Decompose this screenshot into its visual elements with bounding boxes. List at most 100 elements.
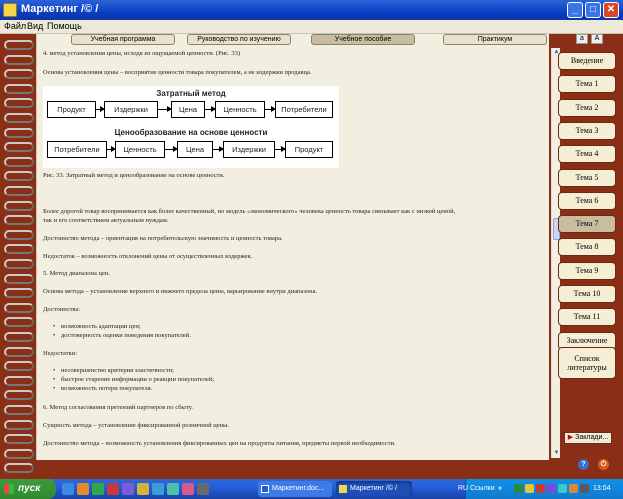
- pricing-diagram: Затратный метод Продукт Издержки Цена Це…: [43, 86, 339, 168]
- list-item: возможность адаптации цен;: [53, 323, 141, 330]
- spiral-ring: [4, 259, 34, 269]
- messenger-icon[interactable]: [547, 484, 556, 493]
- network-icon[interactable]: [167, 483, 179, 495]
- arrow: [107, 146, 116, 152]
- spiral-ring: [4, 156, 34, 167]
- paragraph: Основа установления цены – восприятие це…: [43, 69, 312, 76]
- menu-view[interactable]: Вид: [27, 21, 43, 31]
- update-icon[interactable]: [536, 484, 545, 493]
- volume-icon[interactable]: [558, 484, 567, 493]
- spiral-ring: [4, 113, 34, 123]
- spiral-ring: [4, 302, 34, 313]
- spiral-ring: [4, 375, 34, 386]
- nav-bibliography-line1: Список: [574, 354, 600, 363]
- maximize-button[interactable]: □: [585, 2, 601, 18]
- network-tray-icon[interactable]: [569, 484, 578, 493]
- opera-icon[interactable]: [107, 483, 119, 495]
- start-button[interactable]: пуск: [0, 479, 56, 499]
- paragraph: 4. метод установления цены, исходя из ощ…: [43, 50, 240, 57]
- page: Учебная программа Руководство по изучени…: [36, 34, 560, 460]
- diagram-box: Потребители: [47, 141, 107, 158]
- exit-icon[interactable]: ⏻: [598, 459, 609, 470]
- tab-practicum[interactable]: Практикум: [443, 34, 547, 45]
- nav-item[interactable]: Тема 7: [558, 215, 616, 234]
- spiral-ring: [4, 171, 34, 182]
- textbook-content: 4. метод установления цены, исходя из ощ…: [43, 48, 541, 458]
- taskbar: пуск Маркетинг.doc... Маркетинг /© / Ссы…: [0, 479, 623, 499]
- firefox-icon[interactable]: [77, 483, 89, 495]
- font-smaller-button[interactable]: a: [576, 34, 588, 44]
- antivirus-icon[interactable]: [514, 484, 523, 493]
- desktop-icon[interactable]: [152, 483, 164, 495]
- diagram-box: Продукт: [47, 101, 96, 118]
- nav-item[interactable]: Тема 2: [558, 98, 616, 117]
- paragraph: 5. Метод диапазона цен.: [43, 270, 111, 277]
- minimize-button[interactable]: _: [567, 2, 583, 18]
- spiral-ring: [4, 142, 34, 153]
- nav-item[interactable]: Тема 3: [558, 121, 616, 140]
- links-label[interactable]: Ссылки: [470, 485, 495, 492]
- diagram-box: Цена: [177, 141, 213, 158]
- nav-item[interactable]: Тема 1: [558, 75, 616, 94]
- list-item: быстрое старение информации о реакции по…: [53, 376, 214, 383]
- tab-program[interactable]: Учебная программа: [71, 34, 175, 45]
- spiral-binding: [0, 34, 36, 479]
- mail-icon[interactable]: [182, 483, 194, 495]
- nav-item[interactable]: Тема 10: [558, 285, 616, 303]
- task-app-label: Маркетинг /© /: [350, 485, 397, 492]
- window-title: Маркетинг /© /: [21, 3, 99, 15]
- help-icon[interactable]: ?: [578, 459, 589, 470]
- tab-study-guide[interactable]: Руководство по изучению: [187, 34, 291, 45]
- diagram-title-value: Ценообразование на основе ценности: [114, 128, 268, 137]
- scroll-down-icon[interactable]: ▼: [552, 449, 561, 458]
- task-marketing-app[interactable]: Маркетинг /© /: [336, 481, 412, 497]
- list-item: достоверность оценки поведения покупател…: [53, 332, 191, 339]
- paragraph: Достоинства:: [43, 306, 81, 313]
- paragraph: так и его соответствием актуальным нужда…: [43, 217, 169, 224]
- arrow: [158, 106, 172, 112]
- nav-item[interactable]: Тема 5: [558, 168, 616, 187]
- diagram-title-cost: Затратный метод: [156, 89, 226, 98]
- media-icon[interactable]: [122, 483, 134, 495]
- list-item: возможность потери покупателя.: [53, 385, 152, 392]
- menu-help[interactable]: Помощь: [47, 21, 82, 31]
- power-icon[interactable]: [580, 484, 589, 493]
- task-word-document[interactable]: Маркетинг.doc...: [258, 481, 332, 497]
- spiral-ring: [4, 98, 34, 109]
- windows-logo-icon: [4, 484, 14, 494]
- arrow: [96, 106, 105, 112]
- spiral-ring: [4, 54, 34, 65]
- nav-bibliography[interactable]: Список литературы: [558, 347, 616, 379]
- font-larger-button[interactable]: A: [591, 34, 603, 44]
- spiral-ring: [4, 434, 34, 445]
- nav-item[interactable]: Тема 8: [558, 238, 616, 257]
- chevron-icon[interactable]: »: [498, 485, 502, 492]
- paragraph: Основа метода – установление верхнего и …: [43, 288, 318, 295]
- nav-item[interactable]: Тема 11: [558, 308, 616, 327]
- tab-textbook[interactable]: Учебное пособие: [311, 34, 415, 45]
- menu-file[interactable]: Файл: [4, 21, 26, 31]
- spiral-ring: [4, 346, 34, 357]
- nav-item[interactable]: Тема 9: [558, 261, 616, 280]
- folder-icon[interactable]: [137, 483, 149, 495]
- security-icon[interactable]: [525, 484, 534, 493]
- close-button[interactable]: ✕: [603, 2, 619, 18]
- clock: 13:04: [593, 485, 611, 492]
- quicklaunch-icon[interactable]: [92, 483, 104, 495]
- paragraph: Сущность метода – установление фиксирова…: [43, 422, 230, 429]
- arrow: [265, 106, 276, 112]
- language-indicator[interactable]: RU: [458, 485, 468, 492]
- nav-item[interactable]: Введение: [558, 52, 616, 70]
- diagram-box: Издержки: [223, 141, 275, 158]
- settings-icon[interactable]: [197, 483, 209, 495]
- app-task-icon: [339, 485, 347, 493]
- ie-icon[interactable]: [62, 483, 74, 495]
- title-bar: Маркетинг /© / _ □ ✕: [0, 0, 623, 20]
- nav-item[interactable]: Тема 4: [558, 145, 616, 164]
- spiral-ring: [4, 83, 34, 94]
- bookmarks-button[interactable]: ▶ Заклади...: [564, 432, 612, 444]
- arrow: [205, 106, 216, 112]
- spiral-ring: [4, 448, 34, 459]
- spiral-ring: [4, 127, 34, 138]
- nav-item[interactable]: Тема 6: [558, 191, 616, 210]
